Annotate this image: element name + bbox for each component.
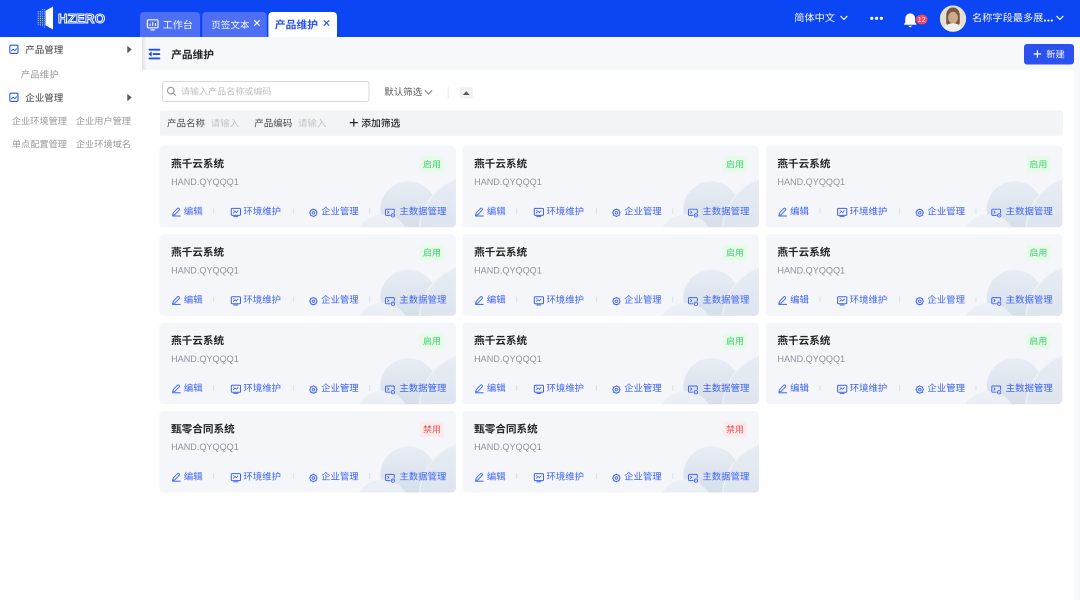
svg-text:HZERO: HZERO [58,11,105,26]
svg-text:12: 12 [918,17,926,24]
